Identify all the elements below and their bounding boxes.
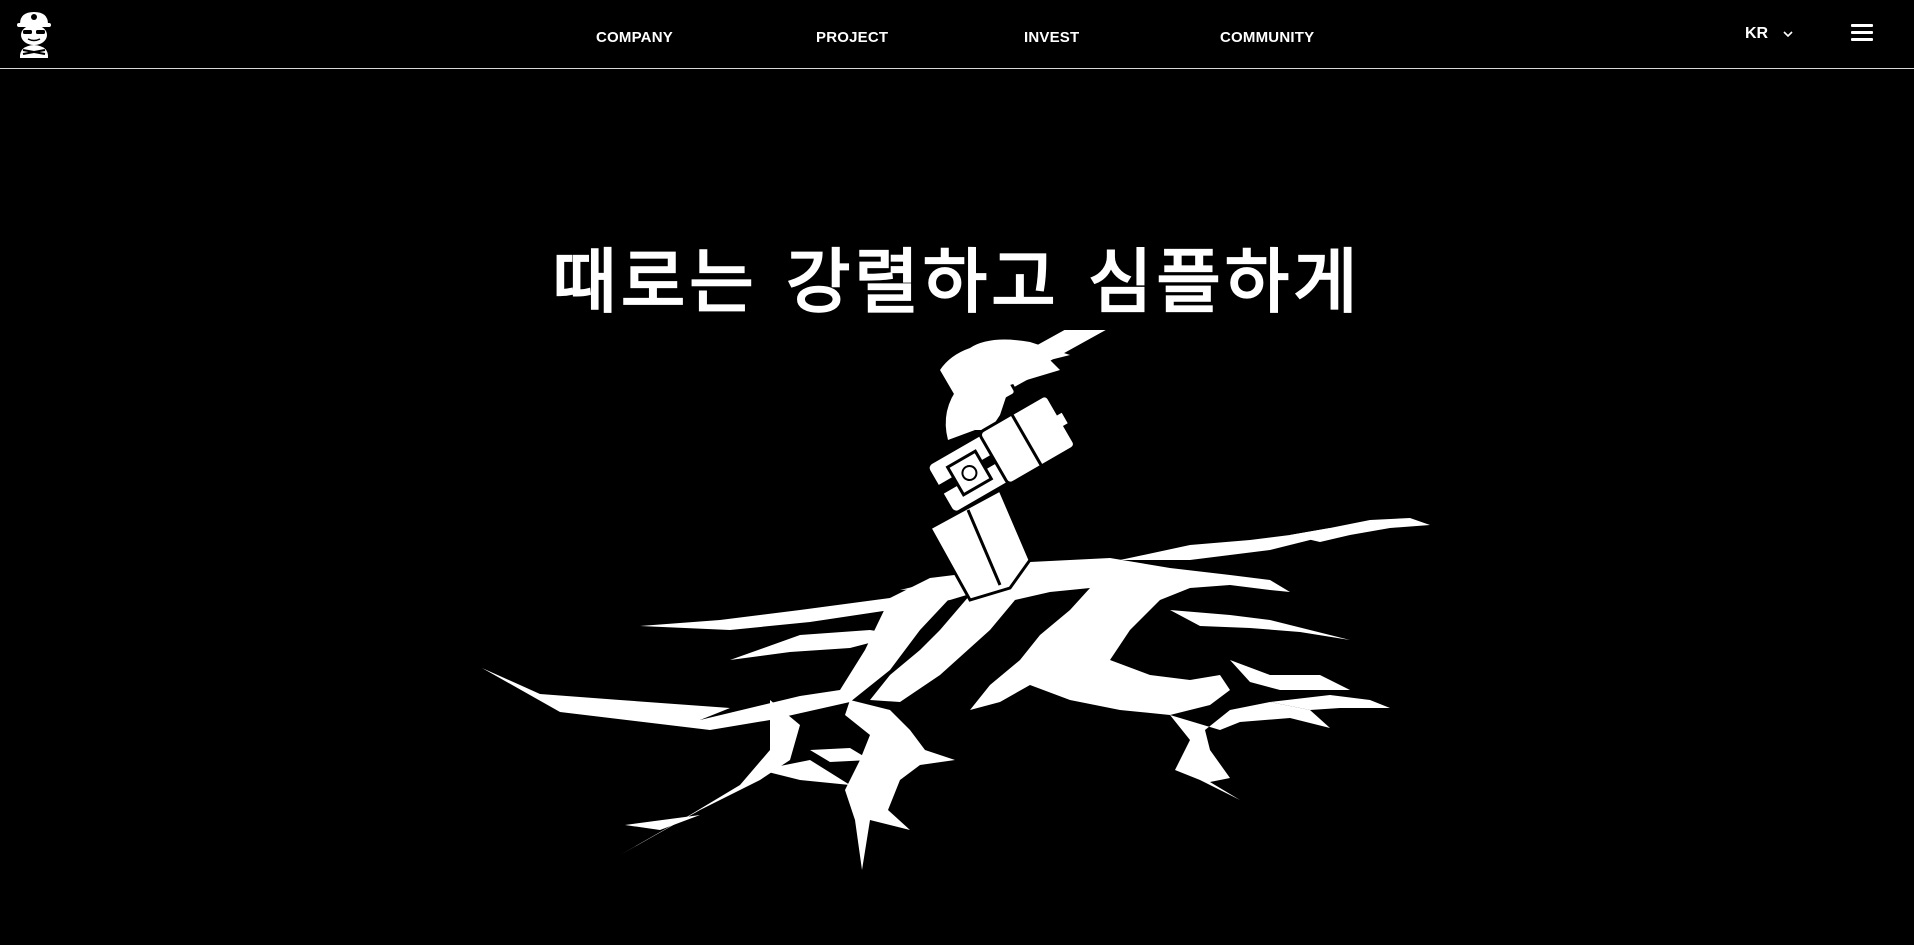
hero-title: 때로는 강렬하고 심플하게 — [552, 241, 1362, 323]
nav-company[interactable]: COMPANY — [596, 29, 673, 46]
nav-community[interactable]: COMMUNITY — [1220, 29, 1314, 46]
nav-project[interactable]: PROJECT — [816, 29, 888, 46]
hamburger-menu-icon[interactable] — [1851, 24, 1873, 44]
chevron-down-icon — [1783, 31, 1793, 38]
language-selector[interactable]: KR — [1745, 25, 1794, 43]
page: COMPANY PROJECT INVEST COMMUNITY KR 때로는 … — [0, 0, 1914, 945]
nav-invest[interactable]: INVEST — [1024, 29, 1079, 46]
main-nav: COMPANY PROJECT INVEST COMMUNITY — [0, 0, 1914, 69]
axe-in-cracked-ground-illustration — [482, 330, 1430, 870]
site-header: COMPANY PROJECT INVEST COMMUNITY KR — [0, 0, 1914, 69]
language-label: KR — [1745, 25, 1769, 42]
